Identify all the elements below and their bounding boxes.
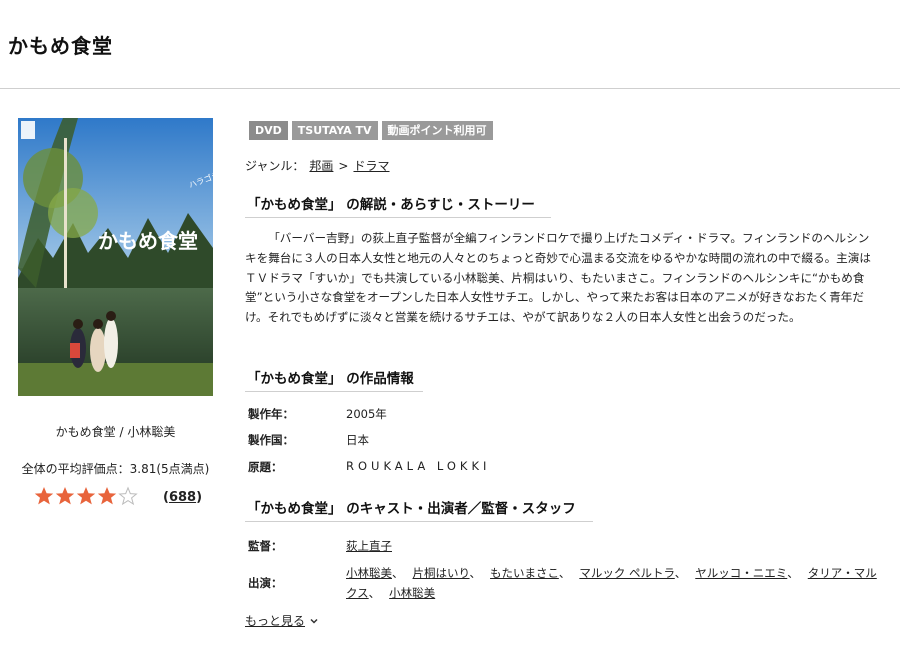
cast-link[interactable]: もたいまさこ xyxy=(490,566,559,580)
review-count-paren-close: ) xyxy=(196,490,203,505)
cast-separator: 、 xyxy=(787,566,799,580)
cast-row: 出演： 小林聡美、 片桐はいり、 もたいまさこ、 マルック ペルトラ、 ヤルッコ・ニエミ… xyxy=(248,563,881,603)
info-row-original-title: 原題： ROUKALA LOKKI xyxy=(248,459,490,475)
show-more-link[interactable]: もっと見る xyxy=(245,612,319,629)
info-row-country: 製作国： 日本 xyxy=(248,432,369,448)
genre-breadcrumb: ジャンル： 邦画 > ドラマ xyxy=(245,157,390,174)
work-info-heading: 「かもめ食堂」 の作品情報 xyxy=(245,367,423,392)
format-badges: DVD TSUTAYA TV 動画ポイント利用可 xyxy=(249,121,493,140)
badge-video-points: 動画ポイント利用可 xyxy=(381,121,493,140)
star-empty-icon xyxy=(118,486,138,506)
info-label-country: 製作国： xyxy=(248,433,294,447)
star-filled-icon xyxy=(34,487,54,505)
poster-title-text: かもめ食堂 xyxy=(98,229,198,253)
cast-heading: 「かもめ食堂」 のキャスト・出演者／監督・スタッフ xyxy=(245,497,593,522)
info-value-year: 2005年 xyxy=(346,407,387,421)
cast-separator: 、 xyxy=(469,566,482,580)
cast-link[interactable]: 片桐はいり xyxy=(413,566,470,580)
star-filled-icon xyxy=(97,487,117,505)
synopsis-heading: 「かもめ食堂」 の解説・あらすじ・ストーリー xyxy=(245,193,551,218)
cast-label: 出演： xyxy=(248,576,283,590)
cast-link[interactable]: ヤルッコ・ニエミ xyxy=(695,566,787,580)
genre-label: ジャンル： xyxy=(245,159,305,173)
star-filled-icon xyxy=(55,487,75,505)
star-filled-icon xyxy=(76,487,96,505)
chevron-down-icon xyxy=(310,618,318,624)
page-title: かもめ食堂 xyxy=(8,34,113,58)
director-link[interactable]: 荻上直子 xyxy=(346,538,392,554)
cast-link[interactable]: 小林聡美 xyxy=(389,586,435,600)
poster-illustration: ハラゴシラエして歩くのだ。 かもめ食堂 xyxy=(18,118,213,396)
director-row: 監督： 荻上直子 xyxy=(248,538,392,554)
cast-link[interactable]: マルック ペルトラ xyxy=(579,566,674,580)
average-rating-text: 全体の平均評価点：3.81(5点満点) xyxy=(21,462,210,476)
synopsis-text: 「バーバー吉野」の荻上直子監督が全編フィンランドロケで撮り上げたコメディ・ドラマ… xyxy=(245,231,871,325)
review-count-link[interactable]: (688) xyxy=(163,490,202,505)
director-label: 監督： xyxy=(248,539,283,553)
cast-list: 小林聡美、 片桐はいり、 もたいまさこ、 マルック ペルトラ、 ヤルッコ・ニエミ、 タリア… xyxy=(346,563,881,603)
cast-separator: 、 xyxy=(674,566,687,580)
genre-separator: > xyxy=(338,158,349,173)
cast-link[interactable]: 小林聡美 xyxy=(346,566,392,580)
genre-link-level1[interactable]: 邦画 xyxy=(309,157,333,174)
rating-stars xyxy=(34,486,138,506)
info-value-original-title: ROUKALA LOKKI xyxy=(346,459,491,473)
info-label-year: 製作年： xyxy=(248,407,294,421)
show-more-label: もっと見る xyxy=(245,614,306,628)
cast-separator: 、 xyxy=(392,566,404,580)
badge-tsutaya-tv: TSUTAYA TV xyxy=(291,121,378,140)
genre-link-level2[interactable]: ドラマ xyxy=(353,157,389,174)
cast-separator: 、 xyxy=(368,586,381,600)
info-label-original-title: 原題： xyxy=(248,460,283,474)
info-value-country: 日本 xyxy=(346,433,369,447)
info-row-year: 製作年： 2005年 xyxy=(248,406,387,422)
header-divider xyxy=(0,88,900,89)
dvd-jacket-image[interactable]: ハラゴシラエして歩くのだ。 かもめ食堂 xyxy=(18,118,213,396)
badge-dvd: DVD xyxy=(249,121,288,140)
poster-caption: かもめ食堂 / 小林聡美 xyxy=(55,425,176,439)
review-count[interactable]: 688 xyxy=(169,490,196,505)
cast-separator: 、 xyxy=(558,566,571,580)
